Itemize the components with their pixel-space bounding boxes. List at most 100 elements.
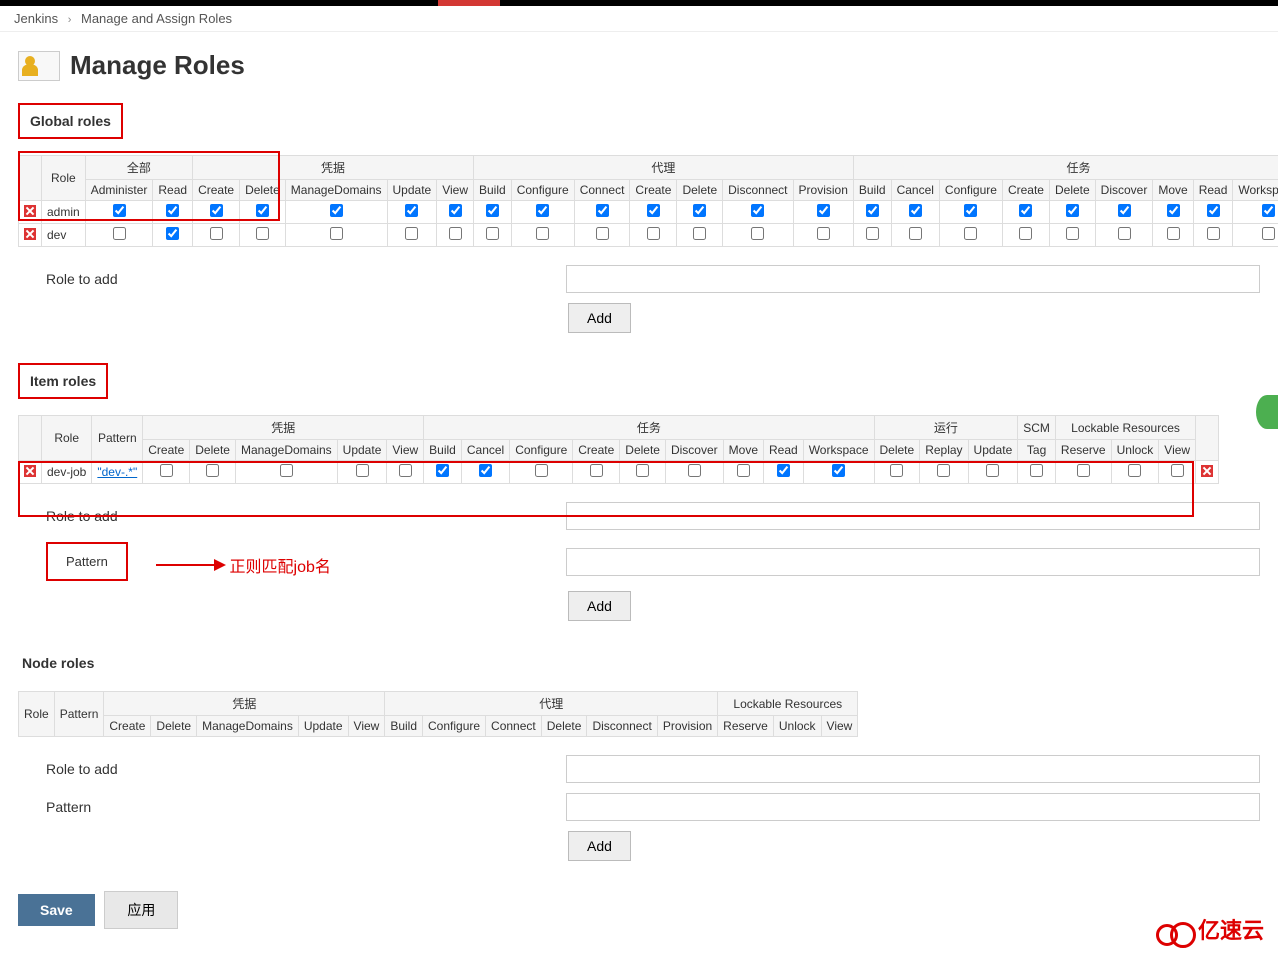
node-role-to-add-input[interactable] <box>566 755 1260 783</box>
cb-admin-a-create[interactable] <box>647 204 660 217</box>
cb-devjob-j-configure[interactable] <box>535 464 548 477</box>
cb-dev-a-delete[interactable] <box>693 227 706 240</box>
cb-dev-a-create[interactable] <box>647 227 660 240</box>
cb-dev-j-move[interactable] <box>1167 227 1180 240</box>
floating-badge-icon[interactable] <box>1256 395 1278 429</box>
cb-dev-a-build[interactable] <box>486 227 499 240</box>
delete-icon[interactable] <box>24 228 36 240</box>
cb-dev-j-build[interactable] <box>866 227 879 240</box>
global-add-button[interactable]: Add <box>568 303 631 333</box>
cb-admin-read[interactable] <box>166 204 179 217</box>
save-button[interactable]: Save <box>18 894 95 926</box>
cb-admin-j-move[interactable] <box>1167 204 1180 217</box>
cb-dev-c-create[interactable] <box>210 227 223 240</box>
node-pattern-input[interactable] <box>566 793 1260 821</box>
cb-admin-c-view[interactable] <box>449 204 462 217</box>
cb-devjob-l-unlock[interactable] <box>1128 464 1141 477</box>
cb-admin-j-create[interactable] <box>1019 204 1032 217</box>
cb-dev-read[interactable] <box>166 227 179 240</box>
item-roles-heading: Item roles <box>18 363 108 399</box>
cb-devjob-j-delete[interactable] <box>636 464 649 477</box>
cb-devjob-j-move[interactable] <box>737 464 750 477</box>
col-c-manage: ManageDomains <box>285 180 387 201</box>
breadcrumb-root[interactable]: Jenkins <box>14 11 58 26</box>
cb-devjob-j-build[interactable] <box>436 464 449 477</box>
cb-dev-a-disconnect[interactable] <box>751 227 764 240</box>
cb-admin-a-build[interactable] <box>486 204 499 217</box>
cb-devjob-r-delete[interactable] <box>890 464 903 477</box>
cb-admin-c-update[interactable] <box>405 204 418 217</box>
cb-dev-j-discover[interactable] <box>1118 227 1131 240</box>
cb-dev-a-configure[interactable] <box>536 227 549 240</box>
cb-devjob-r-replay[interactable] <box>937 464 950 477</box>
cb-devjob-s-tag[interactable] <box>1030 464 1043 477</box>
cb-dev-j-configure[interactable] <box>964 227 977 240</box>
cb-dev-c-view[interactable] <box>449 227 462 240</box>
delete-icon[interactable] <box>24 205 36 217</box>
cb-admin-j-workspace[interactable] <box>1262 204 1275 217</box>
col-item-role: Role <box>42 416 92 461</box>
col-ir-update: Update <box>968 440 1018 461</box>
cb-admin-a-connect[interactable] <box>596 204 609 217</box>
cb-dev-j-read[interactable] <box>1207 227 1220 240</box>
col-ij-delete: Delete <box>620 440 666 461</box>
cb-devjob-c-manage[interactable] <box>280 464 293 477</box>
col-a-disconnect: Disconnect <box>723 180 793 201</box>
cb-admin-c-manage[interactable] <box>330 204 343 217</box>
cb-admin-j-configure[interactable] <box>964 204 977 217</box>
breadcrumb-page[interactable]: Manage and Assign Roles <box>81 11 232 26</box>
role-name-admin: admin <box>42 201 86 224</box>
cb-devjob-l-reserve[interactable] <box>1077 464 1090 477</box>
cb-devjob-c-view[interactable] <box>399 464 412 477</box>
cb-admin-j-delete[interactable] <box>1066 204 1079 217</box>
cb-admin-c-delete[interactable] <box>256 204 269 217</box>
cb-admin-a-provision[interactable] <box>817 204 830 217</box>
cb-dev-j-create[interactable] <box>1019 227 1032 240</box>
cb-devjob-j-cancel[interactable] <box>479 464 492 477</box>
cb-admin-j-cancel[interactable] <box>909 204 922 217</box>
col-nc-create: Create <box>104 716 151 737</box>
cb-devjob-j-create[interactable] <box>590 464 603 477</box>
cb-devjob-j-read[interactable] <box>777 464 790 477</box>
cb-devjob-c-delete[interactable] <box>206 464 219 477</box>
cb-dev-j-workspace[interactable] <box>1262 227 1275 240</box>
global-role-to-add-input[interactable] <box>566 265 1260 293</box>
cb-dev-c-update[interactable] <box>405 227 418 240</box>
cb-dev-a-provision[interactable] <box>817 227 830 240</box>
cb-admin-c-create[interactable] <box>210 204 223 217</box>
cb-dev-c-delete[interactable] <box>256 227 269 240</box>
cb-dev-a-connect[interactable] <box>596 227 609 240</box>
delete-icon[interactable] <box>1201 465 1213 477</box>
cb-admin-a-configure[interactable] <box>536 204 549 217</box>
cb-admin-a-delete[interactable] <box>693 204 706 217</box>
col-a-build: Build <box>474 180 512 201</box>
col-a-create: Create <box>630 180 677 201</box>
cb-devjob-j-workspace[interactable] <box>832 464 845 477</box>
cb-dev-administer[interactable] <box>113 227 126 240</box>
global-roles-table: Role 全部 凭据 代理 任务 Administer Read Create … <box>18 155 1278 247</box>
pattern-link[interactable]: "dev-.*" <box>97 465 137 479</box>
apply-button[interactable]: 应用 <box>104 891 178 929</box>
cb-devjob-r-update[interactable] <box>986 464 999 477</box>
cb-admin-administer[interactable] <box>113 204 126 217</box>
cb-devjob-j-discover[interactable] <box>688 464 701 477</box>
cb-devjob-c-update[interactable] <box>356 464 369 477</box>
cb-admin-j-discover[interactable] <box>1118 204 1131 217</box>
cb-devjob-l-view[interactable] <box>1171 464 1184 477</box>
cb-dev-c-manage[interactable] <box>330 227 343 240</box>
cb-admin-j-read[interactable] <box>1207 204 1220 217</box>
col-nc-delete: Delete <box>151 716 197 737</box>
cb-admin-a-disconnect[interactable] <box>751 204 764 217</box>
cb-admin-j-build[interactable] <box>866 204 879 217</box>
cb-dev-j-delete[interactable] <box>1066 227 1079 240</box>
item-pattern-input[interactable] <box>566 548 1260 576</box>
col-a-configure: Configure <box>511 180 574 201</box>
node-add-button[interactable]: Add <box>568 831 631 861</box>
item-add-button[interactable]: Add <box>568 591 631 621</box>
cb-dev-j-cancel[interactable] <box>909 227 922 240</box>
cb-devjob-c-create[interactable] <box>160 464 173 477</box>
col-ij-create: Create <box>573 440 620 461</box>
item-role-to-add-input[interactable] <box>566 502 1260 530</box>
col-j-workspace: Workspace <box>1233 180 1278 201</box>
delete-icon[interactable] <box>24 465 36 477</box>
